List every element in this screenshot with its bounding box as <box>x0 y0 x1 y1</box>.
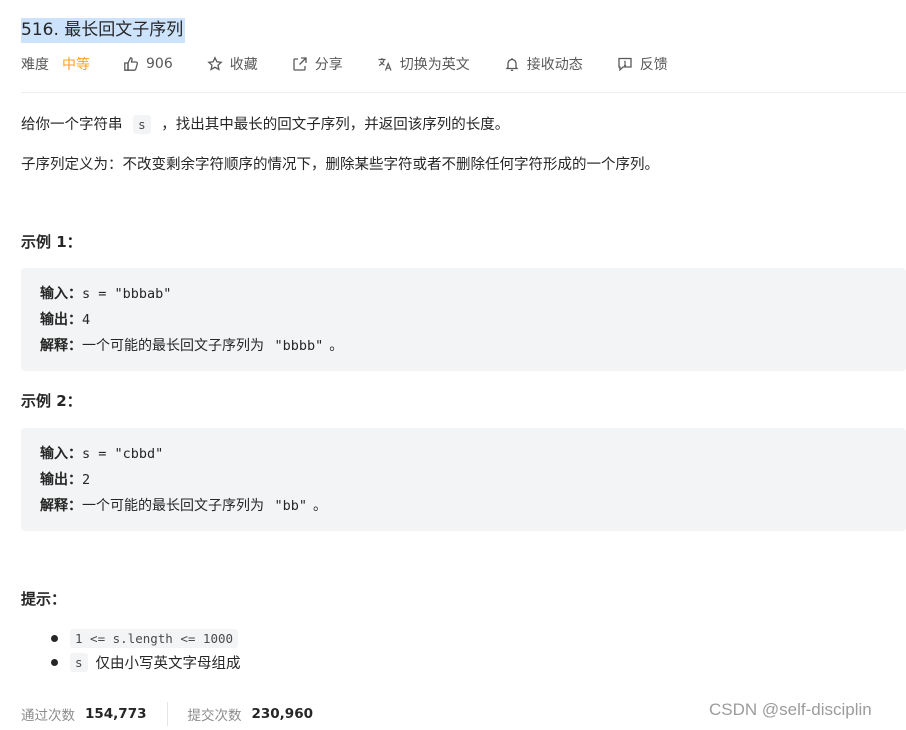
example-2-heading: 示例 2： <box>21 392 82 410</box>
difficulty-badge: 中等 <box>62 57 90 73</box>
share-icon <box>293 57 307 71</box>
description-text: ，找出其中最长的回文子序列，并返回该序列的长度。 <box>161 117 510 133</box>
problem-title: 516. 最长回文子序列 <box>21 18 186 43</box>
example-1-input: 输入：s = "bbbab" <box>40 286 172 302</box>
share-label: 分享 <box>314 57 343 73</box>
star-icon <box>207 56 223 71</box>
accepted-label: 通过次数 <box>21 708 75 724</box>
subscribe-label: 接收动态 <box>526 57 583 73</box>
example-2-block: 输入：s = "cbbd" 输出：2 解释：一个可能的最长回文子序列为 "bb"… <box>21 428 906 531</box>
submission-stats: 通过次数 154,773 提交次数 230,960 <box>21 702 314 726</box>
thumbs-up-icon <box>124 57 139 71</box>
example-2-output: 输出：2 <box>40 472 91 488</box>
example-2-input: 输入：s = "cbbd" <box>40 446 164 462</box>
inline-code: s <box>133 115 151 134</box>
like-button[interactable]: 906 <box>123 56 173 72</box>
subscribe-button[interactable]: 接收动态 <box>504 54 583 74</box>
submitted-count: 230,960 <box>251 706 314 722</box>
bullet-icon <box>51 635 58 642</box>
tip-text: 仅由小写英文字母组成 <box>95 655 241 672</box>
example-2-explanation: 解释：一个可能的最长回文子序列为 "bb"。 <box>40 498 327 514</box>
feedback-label: 反馈 <box>639 57 668 73</box>
feedback-icon <box>618 57 632 72</box>
header-divider <box>21 92 906 93</box>
example-1-block: 输入：s = "bbbab" 输出：4 解释：一个可能的最长回文子序列为 "bb… <box>21 268 906 371</box>
inline-code: 1 <= s.length <= 1000 <box>70 628 239 648</box>
share-button[interactable]: 分享 <box>292 54 343 74</box>
feedback-button[interactable]: 反馈 <box>617 54 668 74</box>
tips-heading: 提示： <box>21 590 67 608</box>
example-1-explanation: 解释：一个可能的最长回文子序列为 "bbbb"。 <box>40 338 344 354</box>
watermark: CSDN @self-disciplin <box>709 700 872 719</box>
bullet-icon <box>51 659 58 666</box>
switch-language-button[interactable]: 切换为英文 <box>377 54 470 74</box>
description-paragraph-2: 子序列定义为：不改变剩余字符顺序的情况下，删除某些字符或者不删除任何字符形成的一… <box>21 157 659 173</box>
translate-icon <box>378 58 392 71</box>
favorite-label: 收藏 <box>229 57 258 73</box>
list-item: s 仅由小写英文字母组成 <box>51 651 652 673</box>
difficulty-label: 难度 <box>21 57 49 73</box>
description-text: 给你一个字符串 <box>21 117 123 133</box>
favorite-button[interactable]: 收藏 <box>207 54 258 74</box>
switch-language-label: 切换为英文 <box>399 57 470 73</box>
like-count: 906 <box>146 56 173 72</box>
accepted-count: 154,773 <box>85 706 147 722</box>
submitted-label: 提交次数 <box>187 708 242 724</box>
bell-icon <box>505 58 519 71</box>
inline-code: s <box>70 652 88 672</box>
example-1-output: 输出：4 <box>40 312 91 328</box>
example-1-heading: 示例 1： <box>21 233 82 251</box>
problem-toolbar: 难度 中等 906 收藏 分享 切换为英文 接收动态 反馈 <box>21 52 702 76</box>
stats-divider <box>166 702 168 726</box>
description-paragraph-1: 给你一个字符串 s ，找出其中最长的回文子序列，并返回该序列的长度。 <box>21 113 509 134</box>
list-item: 1 <= s.length <= 1000 <box>51 627 652 649</box>
